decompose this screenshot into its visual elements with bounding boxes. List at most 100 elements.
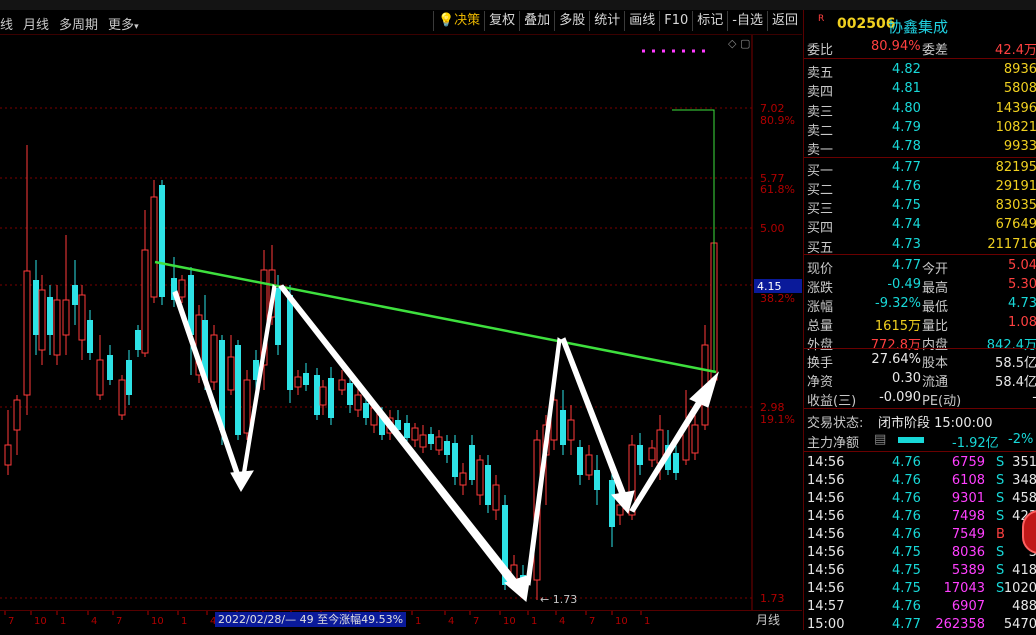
order-label: 买一 [807, 163, 834, 179]
order-volume: 9933 [1003, 139, 1036, 155]
order-price: 4.79 [892, 119, 921, 135]
statistics-button[interactable]: 统计 [589, 11, 624, 31]
toolbar-item-more[interactable]: 更多▾ [108, 14, 139, 33]
date-tick-label: 1 [181, 616, 187, 627]
candle-body [319, 386, 327, 406]
ask-row[interactable]: 卖三 4.80 14396 [804, 100, 1036, 120]
window-title-bar [0, 0, 1036, 10]
stat-value: 4.73 [1008, 296, 1036, 311]
tick-time: 14:56 [807, 581, 845, 596]
draw-line-button[interactable]: 画线 [624, 11, 659, 31]
candle-body [53, 299, 61, 356]
tick-count: 458 [1012, 491, 1036, 506]
overlay-button[interactable]: 叠加 [519, 11, 554, 31]
main-flow-row: 主力净额 ▤ -1.92亿 -2% [804, 431, 1036, 451]
pct-tick: 19.1% [760, 413, 795, 426]
back-button[interactable]: 返回 [766, 11, 802, 31]
date-tick-label: 4 [559, 616, 565, 627]
date-tick-label: 10 [34, 616, 47, 627]
order-label: 卖二 [807, 123, 834, 139]
tick-volume: 6759 [951, 455, 985, 470]
candle-body [275, 288, 281, 345]
toolbar-item-line[interactable]: 线 [0, 14, 13, 33]
stock-header: R 002506 协鑫集成 [818, 14, 949, 37]
ask-row[interactable]: 卖四 4.81 5808 [804, 80, 1036, 101]
order-price: 4.81 [892, 81, 921, 97]
square-icon[interactable]: ▢ [740, 37, 750, 50]
tick-time: 14:56 [807, 527, 845, 542]
tick-count: 351 [1012, 455, 1036, 470]
bid-row[interactable]: 买三 4.75 83035 [804, 197, 1036, 217]
tick-time: 14:56 [807, 545, 845, 560]
ask-row[interactable]: 卖一 4.78 9933 [804, 138, 1036, 158]
weibi-label: 委比 [807, 43, 834, 58]
candle-body [428, 434, 434, 444]
multi-stock-button[interactable]: 多股 [554, 11, 589, 31]
watchlist-button[interactable]: -自选 [727, 11, 767, 31]
trade-status-row: 交易状态: 闭市阶段 15:00:00 [804, 411, 1036, 431]
period-label[interactable]: 月线 [756, 611, 780, 628]
list-icon[interactable]: ▤ [874, 432, 886, 447]
candle-body [560, 410, 566, 445]
weicha-label: 委差 [922, 43, 949, 58]
candle-body [404, 423, 410, 438]
tick-side: B [996, 527, 1005, 542]
tick-row: 14:564.758036S3 [804, 544, 1036, 563]
stat-label: 涨跌 [807, 281, 834, 296]
order-label: 卖三 [807, 104, 834, 120]
stat-value: -0.090 [879, 390, 921, 405]
chevron-down-icon: ▾ [134, 22, 139, 32]
stat-label: 净资 [807, 375, 834, 390]
current-price-text: 4.15 [757, 280, 782, 293]
bid-row[interactable]: 买一 4.77 82195 [804, 159, 1036, 179]
ask-row[interactable]: 卖五 4.82 8936 [804, 61, 1036, 81]
order-price: 4.73 [892, 236, 921, 252]
candle-body [227, 356, 235, 391]
f10-button[interactable]: F10 [659, 11, 692, 31]
tick-count: 348 [1012, 473, 1036, 488]
tick-row: 14:56 4.75 17043 S 1020 [804, 580, 1036, 599]
order-label: 卖四 [807, 85, 834, 101]
bid-row[interactable]: 买二 4.76 29191 [804, 178, 1036, 198]
kline-chart[interactable]: ◇ ▢ ← 1.73 7.02 80.9% 5.77 61.8% 5.00 38… [0, 35, 802, 610]
candle-body [78, 294, 86, 341]
wave-arrow [525, 337, 562, 586]
weicha-value: 42.4万 [995, 43, 1036, 58]
candle-body [691, 424, 699, 454]
candle-body [354, 394, 362, 411]
bid-row[interactable]: 买五 4.73 211716 [804, 236, 1036, 256]
tick-time: 14:57 [807, 599, 845, 614]
tick-time: 14:56 [807, 455, 845, 470]
tick-row: 14:56 4.76 6759 S 351 [804, 454, 1036, 473]
stat-label: 最低 [922, 300, 949, 315]
stock-code: 002506 [837, 16, 896, 32]
stat-value: - [1032, 390, 1036, 405]
date-tick-label: 10 [615, 616, 628, 627]
candle-body [13, 399, 21, 431]
stat-value: 1615万 [874, 319, 921, 334]
stat-label: 今开 [922, 262, 949, 277]
mark-button[interactable]: 标记 [692, 11, 727, 31]
stat-label: 总量 [807, 319, 834, 334]
main-flow-value: -1.92亿 [952, 436, 999, 451]
divider [804, 254, 1036, 255]
stat-value: 27.64% [871, 352, 921, 367]
candle-body [476, 459, 484, 496]
tick-volume: 5389 [951, 563, 985, 578]
stat-value: 58.5亿 [995, 356, 1036, 371]
order-price: 4.76 [892, 178, 921, 194]
candle-body [314, 375, 320, 415]
diamond-icon[interactable]: ◇ [728, 37, 737, 50]
date-tick-label: 7 [116, 616, 122, 627]
rights-adjust-button[interactable]: 复权 [484, 11, 519, 31]
toolbar-item-multi-period[interactable]: 多周期 [59, 14, 98, 33]
decision-button[interactable]: 💡决策 [432, 11, 484, 31]
tick-count: 418 [1012, 563, 1036, 578]
candle-body [648, 447, 656, 461]
order-volume: 8936 [1003, 62, 1036, 77]
bid-row[interactable]: 买四 4.74 67649 [804, 216, 1036, 236]
ask-row[interactable]: 卖二 4.79 10821 [804, 119, 1036, 139]
candle-body [577, 447, 583, 475]
toolbar-item-monthly[interactable]: 月线 [23, 14, 49, 33]
candle-body [347, 383, 353, 405]
